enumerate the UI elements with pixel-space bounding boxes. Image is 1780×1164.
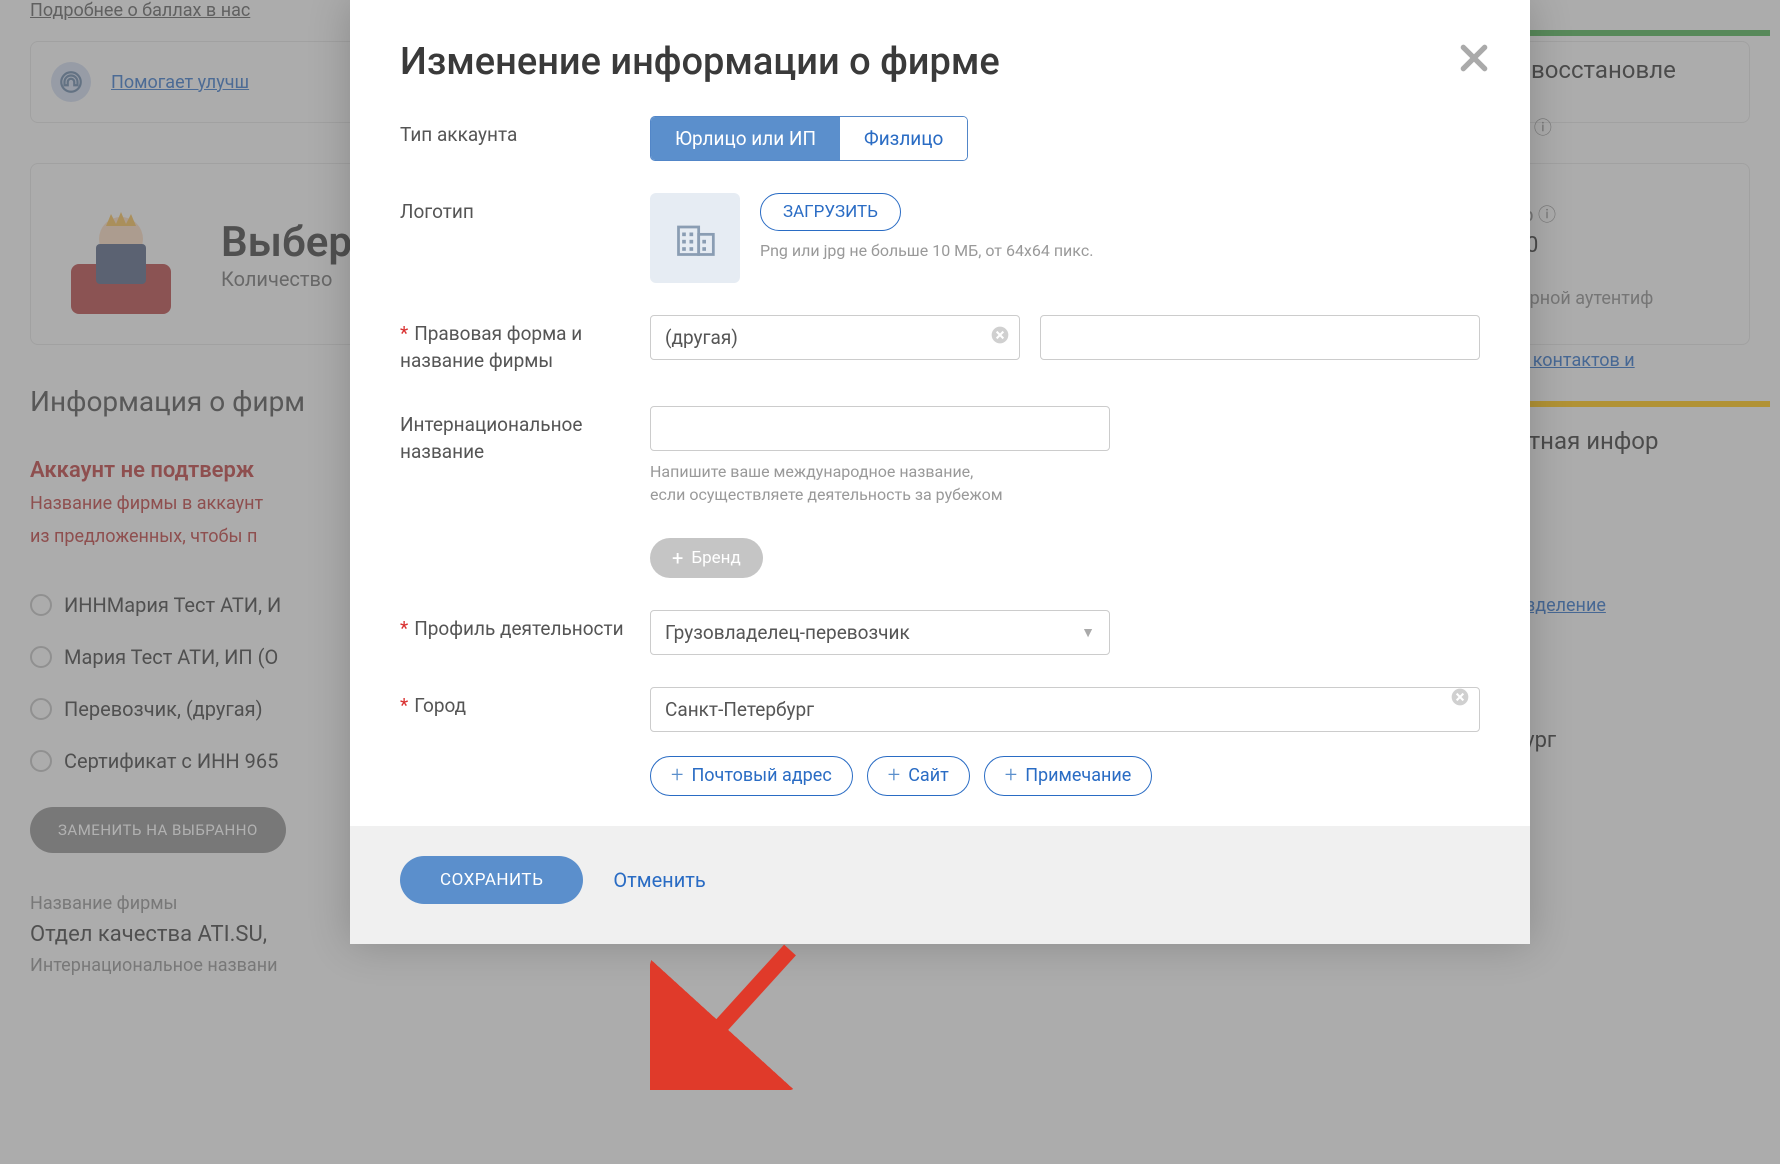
city-input[interactable] [650,687,1480,732]
plus-icon: + [671,765,683,787]
chevron-down-icon: ▼ [1081,624,1095,641]
account-type-toggle: Юрлицо или ИП Физлицо [650,116,968,161]
logo-hint: Png или jpg не больше 10 МБ, от 64x64 пи… [760,241,1093,260]
legal-form-label: *Правовая форма и название фирмы [400,315,650,374]
activity-profile-select[interactable]: Грузовладелец-перевозчик ▼ [650,610,1110,655]
add-postal-address-button[interactable]: +Почтовый адрес [650,756,853,796]
modal-footer: СОХРАНИТЬ Отменить [350,826,1530,944]
account-type-label: Тип аккаунта [400,116,650,149]
plus-icon: + [1005,765,1017,787]
building-icon [673,216,717,260]
profile-label: *Профиль деятельности [400,610,650,643]
add-note-button[interactable]: +Примечание [984,756,1153,796]
intl-name-label: Интернациональное название [400,406,650,465]
plus-icon: + [888,765,900,787]
intl-name-hint: Напишите ваше международное название, ес… [650,461,1480,506]
clear-legal-form-icon[interactable] [990,325,1010,351]
city-label: *Город [400,687,650,720]
plus-icon: + [672,548,683,568]
add-brand-button[interactable]: + Бренд [650,538,763,578]
toggle-individual[interactable]: Физлицо [840,117,967,160]
close-button[interactable] [1458,40,1490,82]
close-icon [1458,42,1490,74]
logo-placeholder [650,193,740,283]
clear-city-icon[interactable] [1450,687,1470,713]
company-name-input[interactable] [1040,315,1480,360]
edit-company-modal: Изменение информации о фирме Тип аккаунт… [350,0,1530,944]
toggle-legal-entity[interactable]: Юрлицо или ИП [651,117,840,160]
save-button[interactable]: СОХРАНИТЬ [400,856,583,904]
add-website-button[interactable]: +Сайт [867,756,970,796]
logo-label: Логотип [400,193,650,226]
modal-title: Изменение информации о фирме [400,40,1480,84]
intl-name-input[interactable] [650,406,1110,451]
upload-logo-button[interactable]: ЗАГРУЗИТЬ [760,193,901,231]
legal-form-select[interactable] [650,315,1020,360]
cancel-button[interactable]: Отменить [613,868,705,892]
